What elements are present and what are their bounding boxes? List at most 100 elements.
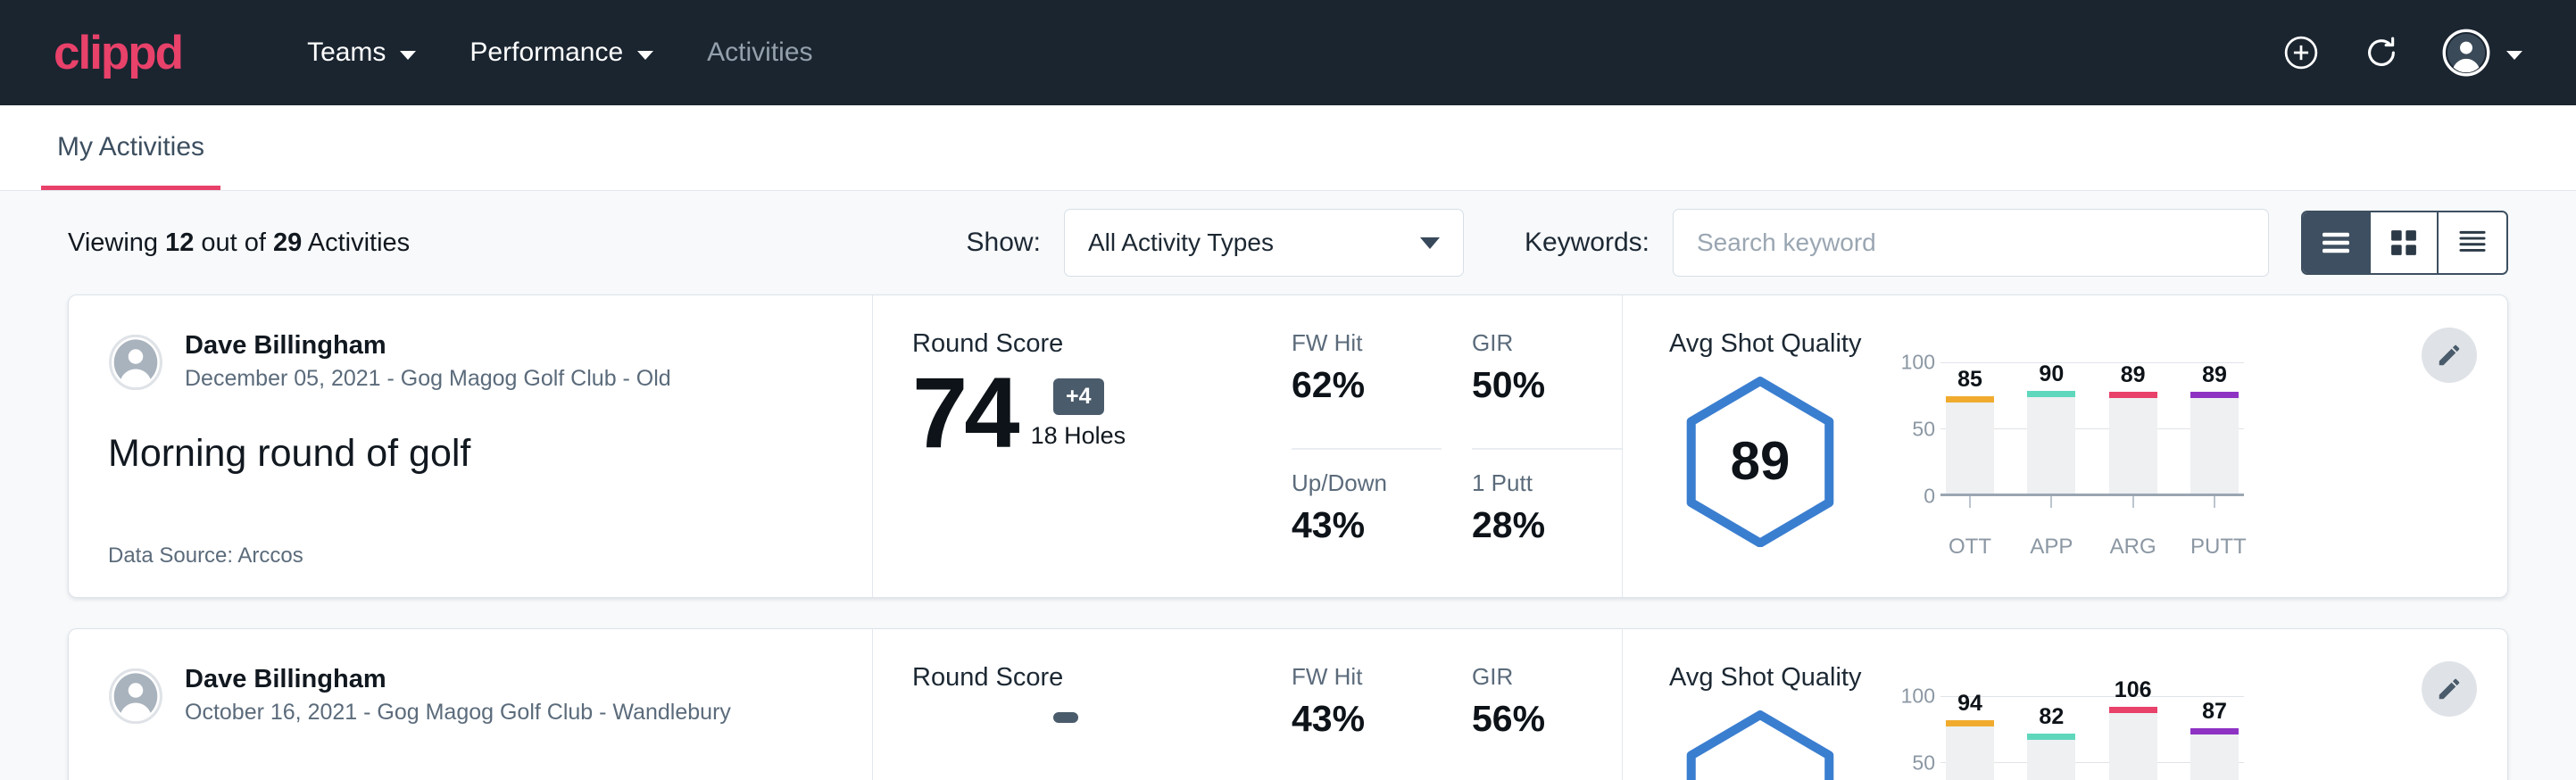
- avg-shot-quality-column: Avg Shot Quality 100 50 0: [1622, 629, 2507, 780]
- plot-area: 85 90 89: [1940, 362, 2244, 496]
- keywords-label: Keywords:: [1525, 228, 1649, 258]
- viewing-suffix: Activities: [302, 228, 410, 257]
- navbar-actions: [2281, 29, 2522, 77]
- activity-card[interactable]: Dave Billingham October 16, 2021 - Gog M…: [68, 628, 2508, 780]
- round-score-label: Round Score: [912, 329, 1292, 359]
- bar-app: 90: [2027, 362, 2075, 494]
- bar-ott: 94: [1946, 696, 1994, 780]
- stat-fw-hit: FW Hit 62%: [1292, 329, 1442, 450]
- round-score-label: Round Score: [912, 663, 1292, 693]
- bar-value: 90: [2039, 361, 2064, 387]
- shot-quality-bar-chart: 100 50 0 85: [1890, 362, 2244, 560]
- grid-icon: [2389, 228, 2419, 258]
- stats-grid: FW Hit 43% GIR 56%: [1292, 629, 1622, 780]
- round-score-value-row: [912, 700, 1292, 710]
- chevron-down-icon: [400, 51, 416, 60]
- activity-meta: December 05, 2021 - Gog Magog Golf Club …: [185, 364, 671, 394]
- tab-my-activities[interactable]: My Activities: [41, 132, 220, 190]
- view-toggle-group: [2301, 211, 2508, 275]
- x-label: PUTT: [2190, 535, 2239, 560]
- stat-label: FW Hit: [1292, 663, 1442, 691]
- stat-fw-hit: FW Hit 43%: [1292, 663, 1442, 780]
- bar-value: 85: [1957, 367, 1982, 393]
- bars: 94 82 106: [1940, 696, 2244, 780]
- player-block: Dave Billingham October 16, 2021 - Gog M…: [108, 663, 833, 728]
- hexagon-icon: [1685, 710, 1835, 780]
- list-view-button[interactable]: [2303, 212, 2371, 273]
- nav-item-teams[interactable]: Teams: [280, 27, 443, 79]
- avg-shot-quality-body: 100 50 0 94: [1669, 696, 2409, 780]
- bar-body: [2190, 734, 2239, 780]
- activity-card[interactable]: Dave Billingham December 05, 2021 - Gog …: [68, 295, 2508, 598]
- edit-activity-button[interactable]: [2422, 661, 2477, 717]
- bar-body: [2027, 397, 2075, 494]
- stat-label: FW Hit: [1292, 329, 1442, 357]
- viewing-total: 29: [273, 228, 302, 257]
- account-avatar[interactable]: [2442, 29, 2522, 77]
- stat-value: 50%: [1472, 364, 1622, 406]
- compact-view-button[interactable]: [2439, 212, 2506, 273]
- viewing-mid: out of: [194, 228, 273, 257]
- y-tick: 50: [1912, 751, 1935, 776]
- shot-quality-value: 89: [1731, 430, 1791, 492]
- bar-arg: 89: [2109, 362, 2157, 494]
- pencil-icon: [2436, 342, 2463, 369]
- stat-one-putt: 1 Putt 28%: [1472, 450, 1622, 568]
- bar-cap: [1946, 720, 1994, 726]
- round-score-value: 74: [912, 366, 1017, 461]
- viewing-prefix: Viewing: [68, 228, 165, 257]
- bar-cap: [2190, 728, 2239, 734]
- bar-body: [2109, 713, 2157, 780]
- bar-putt: 87: [2190, 696, 2239, 780]
- bar-cap: [1946, 396, 1994, 402]
- activity-type-select[interactable]: All Activity Types: [1064, 209, 1464, 277]
- activity-card-list: Dave Billingham December 05, 2021 - Gog …: [0, 295, 2576, 780]
- bar-body: [2027, 740, 2075, 780]
- tab-label: My Activities: [57, 132, 204, 162]
- stat-label: 1 Putt: [1472, 469, 1622, 497]
- bar-app: 82: [2027, 696, 2075, 780]
- activity-title: Morning round of golf: [108, 432, 833, 476]
- bar-cap: [2109, 392, 2157, 398]
- player-block: Dave Billingham December 05, 2021 - Gog …: [108, 329, 833, 394]
- bar-value: 106: [2115, 677, 2152, 703]
- player-name: Dave Billingham: [185, 663, 731, 695]
- avg-shot-quality-body: 89 100 50 0: [1669, 362, 2409, 560]
- bar-value: 89: [2202, 362, 2227, 388]
- nav-item-performance[interactable]: Performance: [443, 27, 680, 79]
- search-input[interactable]: [1673, 209, 2269, 277]
- filter-bar: Viewing 12 out of 29 Activities Show: Al…: [0, 191, 2576, 295]
- shot-quality-hexagon: [1685, 710, 1835, 780]
- grid-view-button[interactable]: [2371, 212, 2439, 273]
- bar-arg: 106: [2109, 696, 2157, 780]
- clippd-logo[interactable]: clippd: [54, 29, 182, 77]
- filter-controls: Show: All Activity Types Keywords:: [967, 209, 2508, 277]
- round-score-value-row: 74 +4 18 Holes: [912, 366, 1292, 461]
- stat-label: GIR: [1472, 663, 1622, 691]
- edit-activity-button[interactable]: [2422, 328, 2477, 383]
- data-source: Data Source: Arccos: [108, 544, 833, 568]
- chevron-down-icon: [637, 51, 653, 60]
- refresh-icon[interactable]: [2362, 33, 2401, 72]
- x-label: ARG: [2109, 535, 2157, 560]
- tab-strip: My Activities: [0, 105, 2576, 191]
- nav-item-activities[interactable]: Activities: [680, 27, 839, 79]
- shot-quality-hexagon: 89: [1685, 377, 1835, 546]
- x-axis-labels: OTT APP ARG PUTT: [1940, 535, 2244, 560]
- bar-ott: 85: [1946, 362, 1994, 494]
- y-tick: 100: [1901, 685, 1935, 709]
- chevron-down-icon: [2506, 51, 2522, 60]
- nav-label-performance: Performance: [469, 37, 623, 68]
- bar-putt: 89: [2190, 362, 2239, 494]
- chevron-down-icon: [1420, 237, 1440, 249]
- stat-label: Up/Down: [1292, 469, 1442, 497]
- avg-shot-quality-label: Avg Shot Quality: [1669, 663, 2409, 693]
- stat-value: 28%: [1472, 504, 1622, 546]
- add-circle-icon[interactable]: [2281, 33, 2321, 72]
- x-label: OTT: [1946, 535, 1994, 560]
- bar-body: [1946, 402, 1994, 494]
- stat-gir: GIR 50%: [1472, 329, 1622, 450]
- y-axis: 100 50 0: [1890, 362, 1940, 496]
- bar-body: [1946, 726, 1994, 780]
- y-tick: 0: [1924, 485, 1935, 509]
